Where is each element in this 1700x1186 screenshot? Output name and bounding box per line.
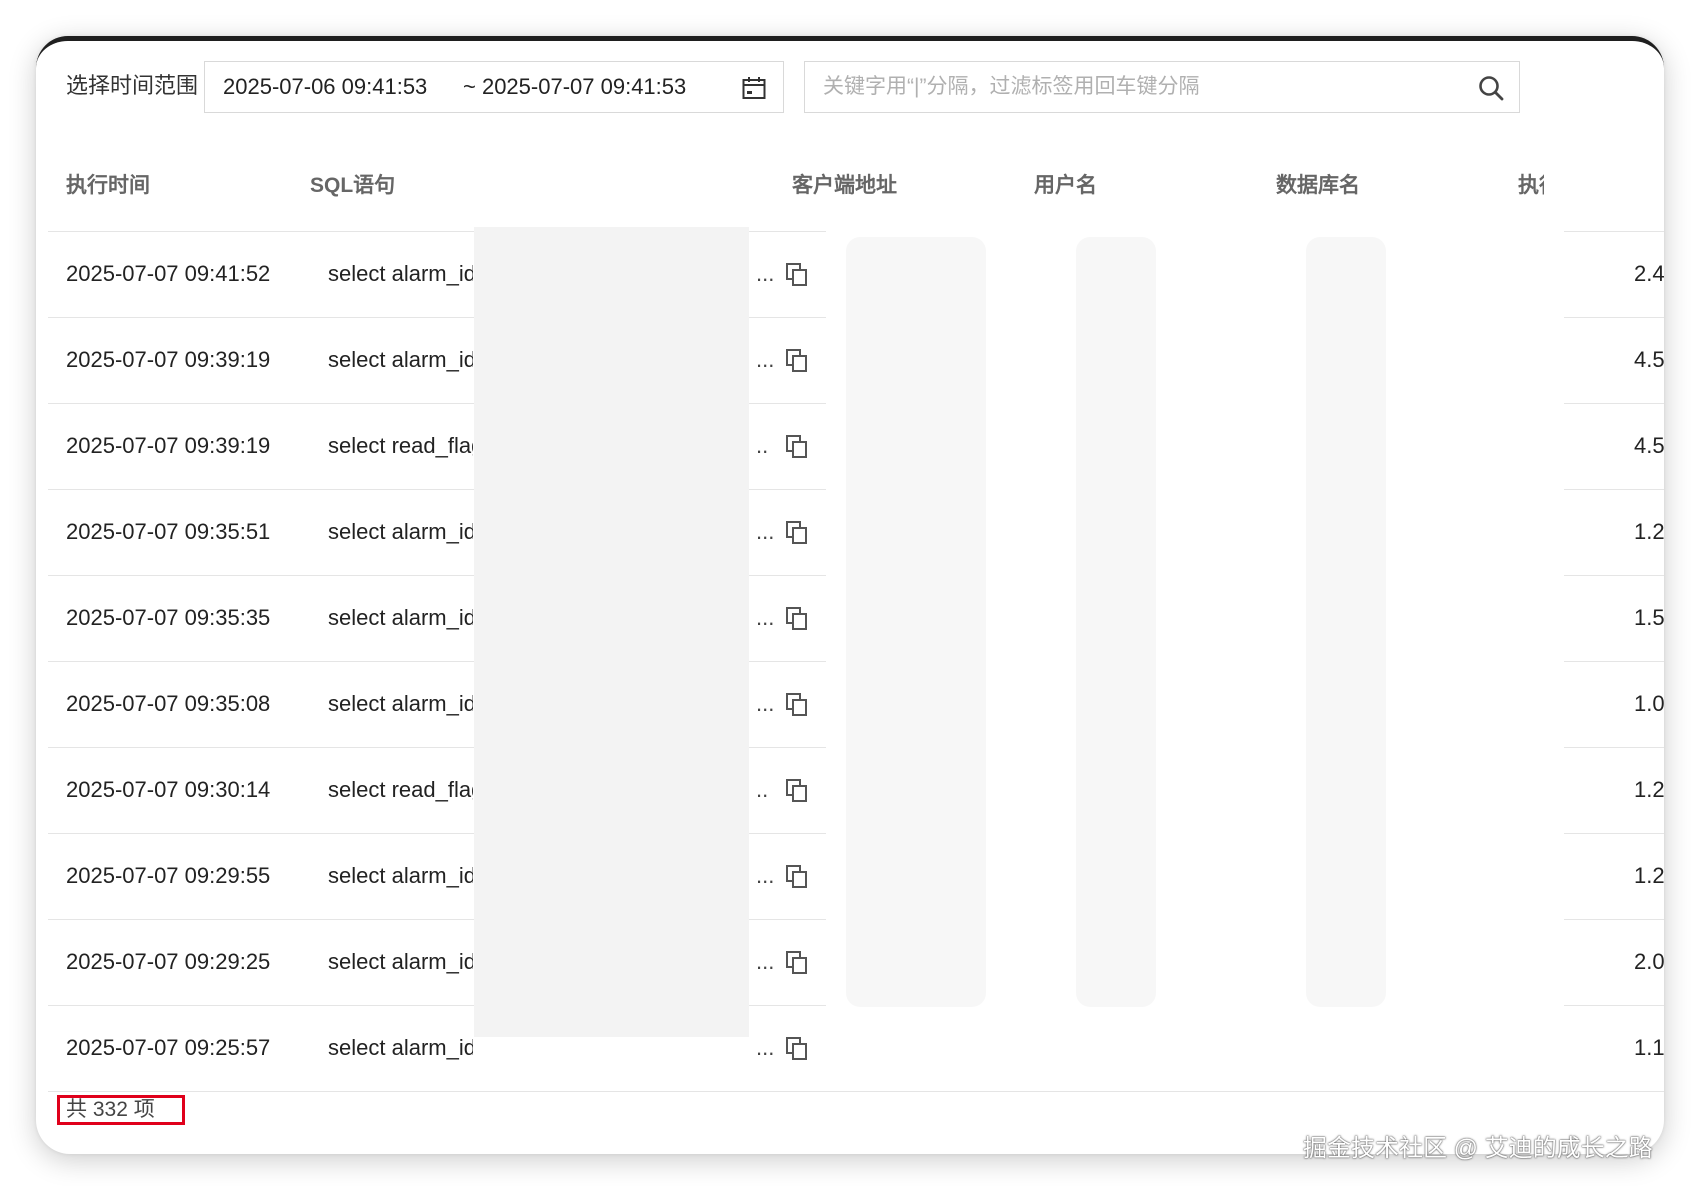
row-sql-statement[interactable]: select read_flag [328,433,473,459]
row-sql-ellipsis: ... [756,347,775,372]
row-sql-statement[interactable]: select alarm_id [328,519,473,545]
copy-icon[interactable] [784,433,810,459]
column-header-exec-time[interactable]: 执行时间 [66,173,150,199]
row-exec-duration: 1.2 [1634,863,1664,888]
row-exec-time: 2025-07-07 09:39:19 [66,433,271,458]
copy-icon[interactable] [784,519,810,545]
row-sql-statement[interactable]: select alarm_id [328,605,473,631]
row-sql-ellipsis: ... [756,261,775,286]
row-exec-time: 2025-07-07 09:35:51 [66,519,271,544]
row-sql-ellipsis: ... [756,691,775,716]
total-count: 共 332 项 [57,1095,185,1125]
row-exec-time: 2025-07-07 09:29:55 [66,863,271,888]
copy-icon[interactable] [784,605,810,631]
copy-icon[interactable] [784,863,810,889]
row-sql-ellipsis: ... [756,863,775,888]
row-exec-time: 2025-07-07 09:41:52 [66,261,271,286]
copy-icon[interactable] [784,347,810,373]
search-box[interactable] [804,61,1520,113]
row-sql-statement[interactable]: select alarm_id [328,949,473,975]
column-header-execution[interactable]: 执行 [1518,173,1544,199]
sql-log-panel: 选择时间范围 2025-07-06 09:41:53 ~ 2025-07-07 … [36,36,1664,1154]
row-sql-statement[interactable]: select alarm_id [328,1035,473,1061]
redacted-client-region [826,217,1564,1045]
date-range-picker[interactable]: 2025-07-06 09:41:53 ~ 2025-07-07 09:41:5… [204,61,784,113]
row-sql-ellipsis: ... [756,519,775,544]
copy-icon[interactable] [784,261,810,287]
row-sql-ellipsis: ... [756,605,775,630]
row-sql-statement[interactable]: select alarm_id [328,863,473,889]
copy-icon[interactable] [784,777,810,803]
row-sql-statement[interactable]: select alarm_id [328,261,473,287]
search-icon[interactable] [1477,74,1505,102]
watermark: 掘金技术社区 @ 艾迪的成长之路 [1303,1135,1653,1162]
column-header-username[interactable]: 用户名 [1034,173,1097,199]
row-exec-duration: 1.5 [1634,605,1664,630]
row-exec-duration: 4.5 [1634,347,1664,372]
row-exec-time: 2025-07-07 09:25:57 [66,1035,271,1060]
row-sql-statement[interactable]: select alarm_id [328,691,473,717]
column-header-sql[interactable]: SQL语句 [310,173,395,199]
row-exec-time: 2025-07-07 09:39:19 [66,347,271,372]
search-input[interactable] [805,62,1465,112]
date-end-value[interactable]: ~ 2025-07-07 09:41:53 [463,74,686,100]
row-exec-duration: 1.0 [1634,691,1664,716]
row-exec-time: 2025-07-07 09:29:25 [66,949,271,974]
date-start-value[interactable]: 2025-07-06 09:41:53 [223,74,427,100]
row-sql-ellipsis: .. [756,777,769,802]
column-header-database[interactable]: 数据库名 [1276,173,1360,199]
redacted-sql-region [474,227,749,1037]
row-exec-duration: 4.5 [1634,433,1664,458]
row-sql-ellipsis: ... [756,1035,775,1060]
row-sql-statement[interactable]: select alarm_id [328,347,473,373]
row-sql-statement[interactable]: select read_flag [328,777,473,803]
row-sql-ellipsis: .. [756,433,769,458]
column-header-client-address[interactable]: 客户端地址 [792,173,897,199]
copy-icon[interactable] [784,1035,810,1061]
copy-icon[interactable] [784,949,810,975]
row-exec-time: 2025-07-07 09:35:35 [66,605,271,630]
row-exec-duration: 1.2 [1634,519,1664,544]
row-exec-time: 2025-07-07 09:35:08 [66,691,271,716]
row-exec-time: 2025-07-07 09:30:14 [66,777,271,802]
calendar-icon[interactable] [741,75,767,101]
row-exec-duration: 2.4 [1634,261,1664,286]
time-range-label: 选择时间范围 [66,73,199,98]
copy-icon[interactable] [784,691,810,717]
row-exec-duration: 2.0 [1634,949,1664,974]
row-sql-ellipsis: ... [756,949,775,974]
row-exec-duration: 1.1 [1634,1035,1664,1060]
row-exec-duration: 1.2 [1634,777,1664,802]
